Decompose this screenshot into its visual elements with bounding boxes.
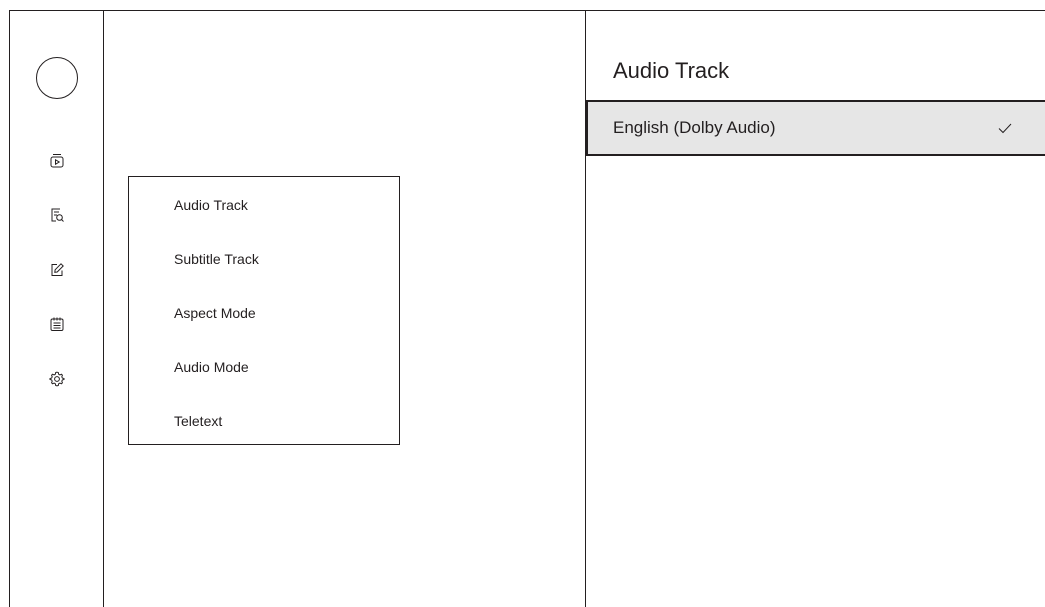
audio-option-english-dolby[interactable]: English (Dolby Audio): [586, 100, 1045, 156]
check-icon: [997, 120, 1013, 136]
option-label: English (Dolby Audio): [613, 118, 776, 137]
search-doc-icon[interactable]: [49, 207, 65, 223]
sidebar: [9, 10, 104, 607]
panel-title: Audio Track: [613, 58, 730, 83]
menu-item-aspect-mode[interactable]: Aspect Mode: [174, 305, 256, 321]
menu-item-audio-track[interactable]: Audio Track: [174, 197, 248, 213]
play-icon[interactable]: [49, 153, 65, 169]
menu-item-subtitle-track[interactable]: Subtitle Track: [174, 251, 259, 267]
edit-icon[interactable]: [49, 262, 65, 278]
options-menu: Audio Track Subtitle Track Aspect Mode A…: [128, 176, 400, 445]
avatar[interactable]: [36, 57, 78, 99]
menu-item-audio-mode[interactable]: Audio Mode: [174, 359, 249, 375]
menu-item-teletext[interactable]: Teletext: [174, 413, 222, 429]
calendar-icon[interactable]: [49, 316, 65, 332]
gear-icon[interactable]: [49, 371, 65, 387]
